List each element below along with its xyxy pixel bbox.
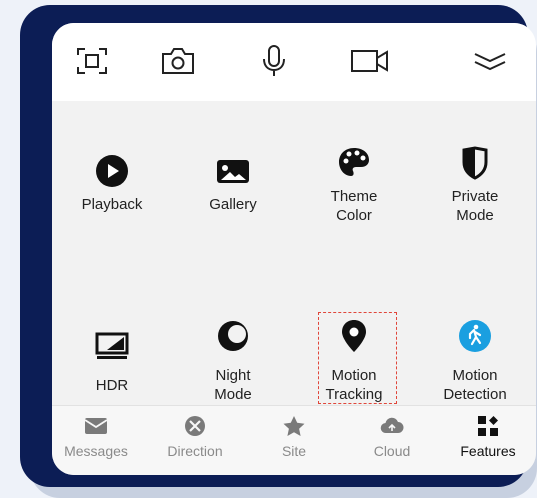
screenshot-icon	[77, 48, 107, 74]
feature-label: Gallery	[209, 196, 257, 213]
play-circle-icon	[96, 155, 128, 187]
star-icon	[283, 416, 305, 436]
feature-label: Playback	[81, 196, 143, 213]
feature-label: Motion Detection	[443, 367, 507, 403]
feature-motion-detection[interactable]: Motion Detection	[415, 318, 535, 404]
camera-icon	[162, 48, 194, 74]
nav-label: Cloud	[373, 443, 411, 459]
camera-button[interactable]	[156, 41, 200, 81]
microphone-icon	[263, 45, 285, 76]
cloud-icon	[380, 417, 404, 434]
nav-label: Direction	[167, 443, 223, 459]
feature-private-mode[interactable]: Private Mode	[415, 145, 535, 225]
moon-icon	[218, 321, 248, 351]
nav-item-site[interactable]: Site	[250, 414, 338, 459]
feature-label: HDR	[95, 377, 129, 394]
nav-item-cloud[interactable]: Cloud	[348, 414, 436, 459]
bottom-nav: Messages Direction Site Cloud Features	[52, 405, 536, 475]
feature-label: Theme Color	[330, 188, 378, 224]
nav-item-messages[interactable]: Messages	[52, 414, 140, 459]
nav-label: Messages	[64, 443, 128, 459]
feature-hdr[interactable]: HDR	[52, 328, 172, 395]
feature-label: Night Mode	[214, 367, 252, 403]
nav-item-features[interactable]: Features	[444, 414, 532, 459]
selection-highlight	[318, 312, 397, 404]
app-screen: Playback Gallery Theme Color Private Mod…	[52, 23, 536, 475]
microphone-button[interactable]	[252, 41, 296, 81]
walking-person-icon	[459, 320, 491, 352]
half-shield-icon	[462, 146, 488, 180]
toolbar	[52, 23, 536, 101]
feature-playback[interactable]: Playback	[52, 153, 172, 214]
video-icon	[351, 50, 388, 72]
grid-icon	[478, 416, 498, 436]
nav-item-direction[interactable]: Direction	[151, 414, 239, 459]
compass-icon	[185, 416, 205, 436]
palette-icon	[339, 148, 369, 176]
feature-theme-color[interactable]: Theme Color	[294, 145, 414, 225]
video-button[interactable]	[348, 41, 392, 81]
device-frame: Playback Gallery Theme Color Private Mod…	[20, 5, 536, 487]
nav-label: Features	[460, 443, 516, 459]
image-icon	[217, 160, 249, 183]
collapse-button[interactable]	[468, 41, 512, 81]
feature-night-mode[interactable]: Night Mode	[173, 318, 293, 404]
hdr-icon	[95, 332, 129, 359]
nav-label: Site	[281, 443, 307, 459]
feature-gallery[interactable]: Gallery	[173, 153, 293, 214]
feature-label: Private Mode	[451, 188, 499, 224]
collapse-chevron-icon	[474, 53, 506, 71]
envelope-icon	[84, 418, 108, 434]
screenshot-button[interactable]	[70, 41, 114, 81]
